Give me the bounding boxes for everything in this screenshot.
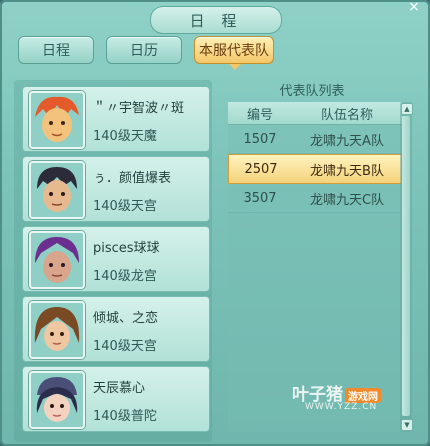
avatar (29, 301, 85, 359)
header-team-name: 队伍名称 (320, 107, 373, 123)
watermark-badge: 游戏网 (345, 387, 381, 403)
member-level: 140级天宫 (93, 199, 157, 214)
team-list-title: 代表队列表 (279, 84, 345, 99)
member-card[interactable]: pisces球球 140级龙宫 (22, 226, 210, 292)
avatar (29, 91, 85, 149)
member-list: ＂〃宇智波〃斑 140级天魔 ぅ．颜值爆表 140级天宫 pisces球球 14… (14, 80, 212, 442)
scroll-up-icon[interactable]: ▲ (401, 103, 413, 115)
watermark-url: WWW.YZZ.CN (305, 402, 378, 412)
member-name: 倾城、之恋 (93, 311, 159, 326)
member-name: 天辰慕心 (93, 381, 146, 396)
member-level: 140级天宫 (93, 339, 157, 354)
member-name: ぅ．颜值爆表 (93, 171, 172, 186)
scroll-thumb[interactable] (402, 116, 410, 416)
scroll-down-icon[interactable]: ▼ (401, 419, 413, 431)
table-row-selected[interactable]: 2507 龙啸九天B队 (228, 154, 402, 184)
tab-bar: 日程 日历 本服代表队 (18, 36, 274, 70)
avatar (29, 161, 85, 219)
member-card[interactable]: ぅ．颜值爆表 140级天宫 (22, 156, 210, 222)
scrollbar[interactable]: ▲ ▼ (400, 102, 413, 432)
team-id: 2507 (244, 161, 278, 177)
member-name: pisces球球 (93, 241, 160, 256)
avatar (29, 231, 85, 289)
team-name: 龙啸九天A队 (310, 133, 384, 149)
window-title: 日 程 (189, 11, 243, 30)
schedule-window: 日 程 × 日程 日历 本服代表队 ＂〃宇智波〃斑 140级天魔 ぅ．颜值爆表 … (0, 0, 430, 446)
member-level: 140级普陀 (93, 409, 157, 424)
member-level: 140级龙宫 (93, 269, 157, 284)
tab-schedule[interactable]: 日程 (18, 36, 94, 64)
team-id: 3507 (243, 190, 277, 206)
close-button[interactable]: × (406, 0, 422, 14)
team-id: 1507 (243, 131, 277, 147)
tab-calendar[interactable]: 日历 (106, 36, 182, 64)
avatar (29, 371, 85, 429)
member-level: 140级天魔 (93, 129, 157, 144)
table-row[interactable]: 1507 龙啸九天A队 (228, 125, 402, 154)
member-card[interactable]: 倾城、之恋 140级天宫 (22, 296, 210, 362)
header-id: 编号 (246, 107, 273, 123)
table-row[interactable]: 3507 龙啸九天C队 (228, 184, 402, 213)
team-name: 龙啸九天C队 (309, 192, 385, 208)
window-title-bar: 日 程 (150, 6, 282, 34)
member-card[interactable]: ＂〃宇智波〃斑 140级天魔 (22, 86, 210, 152)
tab-server-team[interactable]: 本服代表队 (194, 36, 274, 70)
team-name: 龙啸九天B队 (310, 163, 384, 179)
member-name: ＂〃宇智波〃斑 (93, 101, 185, 116)
table-header: 编号 队伍名称 (228, 102, 402, 125)
member-card[interactable]: 天辰慕心 140级普陀 (22, 366, 210, 432)
